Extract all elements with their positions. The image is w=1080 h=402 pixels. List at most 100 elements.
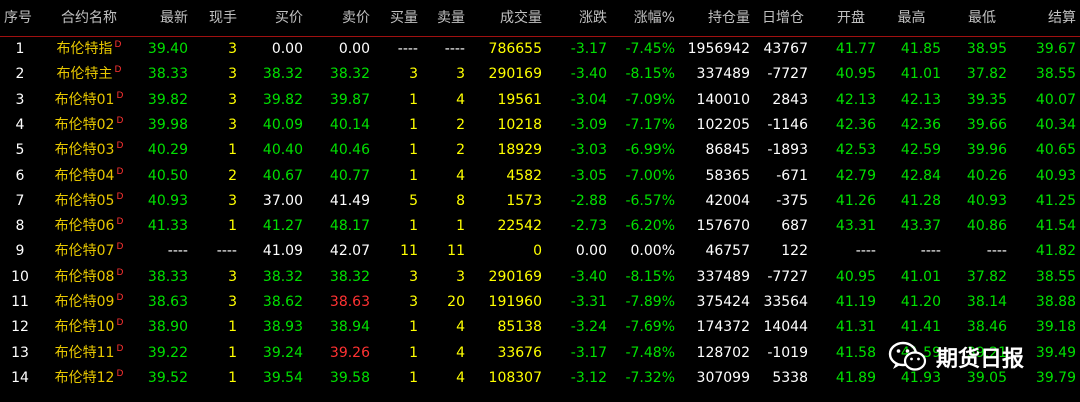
column-header-oi-change[interactable]: 日增仓 — [762, 0, 818, 36]
cell-seq: 8 — [0, 214, 40, 239]
column-header-change[interactable]: 涨跌 — [544, 0, 607, 36]
cell-value: ---- — [167, 243, 188, 260]
cell-oi-chg: -1146 — [752, 113, 808, 138]
cell-value: 3 — [228, 66, 237, 83]
cell-value: ---- — [397, 41, 418, 57]
cell-value: 3 — [228, 192, 237, 209]
table-row[interactable]: 2 布伦特主 D 38.33 3 38.32 38.32 3 3 290169 -3.40 -8.15… — [0, 62, 1080, 87]
table-row[interactable]: 3 布伦特01 D 39.82 3 39.82 39.87 1 4 19561 -3.04 -7.09… — [0, 88, 1080, 113]
daily-marker: D — [116, 115, 124, 126]
cell-value: 41.09 — [262, 243, 303, 260]
cell-value: 174372 — [696, 319, 750, 336]
cell-value: -7.48% — [625, 344, 675, 361]
cell-low: 38.14 — [943, 290, 1007, 315]
cell-high: 41.01 — [878, 265, 941, 290]
cell-seq: 12 — [0, 315, 40, 340]
column-header-ask[interactable]: 卖价 — [306, 0, 370, 36]
cell-chg: -3.12 — [544, 366, 607, 391]
daily-marker: D — [116, 141, 124, 152]
column-header-high[interactable]: 最高 — [880, 0, 943, 36]
cell-chg: -3.17 — [544, 341, 607, 366]
cell-value: 38.94 — [329, 319, 370, 336]
cell-volume: 18929 — [467, 138, 542, 163]
column-header-bid-qty[interactable]: 买量 — [372, 0, 418, 36]
contract-name: 布伦特09 — [54, 294, 115, 310]
contract-name: 布伦特01 — [54, 91, 115, 108]
cell-value: 1 — [409, 218, 418, 235]
cell-settle: 40.34 — [1009, 113, 1076, 138]
cell-value: 38.88 — [1035, 294, 1076, 310]
cell-value: 41.33 — [147, 218, 188, 235]
cell-bid-qty: ---- — [372, 37, 418, 62]
cell-name: 布伦特12 D — [44, 366, 134, 391]
cell-ask-qty: ---- — [420, 37, 465, 62]
table-row[interactable]: 9 布伦特07 D ---- ---- 41.09 42.07 11 11 0 0.00 0.00% 4… — [0, 239, 1080, 264]
table-row[interactable]: 4 布伦特02 D 39.98 3 40.09 40.14 1 2 10218 -3.09 -7.17… — [0, 113, 1080, 138]
table-row[interactable]: 8 布伦特06 D 41.33 1 41.27 48.17 1 1 22542 -2.73 -6.20… — [0, 214, 1080, 239]
column-header-vol-hand[interactable]: 现手 — [190, 0, 237, 36]
table-row[interactable]: 1 布伦特指 D 39.40 3 0.00 0.00 ---- ---- 786655 -3.17 -… — [0, 37, 1080, 62]
cell-value: 4 — [15, 116, 25, 133]
column-header-volume[interactable]: 成交量 — [467, 0, 542, 36]
daily-marker: D — [116, 242, 124, 253]
cell-ask: 40.14 — [306, 113, 370, 138]
cell-open: 41.26 — [810, 189, 876, 214]
cell-name: 布伦特05 D — [44, 189, 134, 214]
table-row[interactable]: 5 布伦特03 D 40.29 1 40.40 40.46 1 2 18929 -3.03 -6.99… — [0, 138, 1080, 163]
cell-settle: 38.55 — [1009, 62, 1076, 87]
cell-bid: 40.40 — [240, 138, 303, 163]
cell-value: 58365 — [705, 167, 750, 184]
cell-low: 38.95 — [943, 37, 1007, 62]
cell-value: 37.82 — [966, 66, 1007, 83]
cell-oi: 375424 — [677, 290, 750, 315]
cell-value: 3 — [228, 268, 237, 285]
cell-value: 38.63 — [329, 294, 370, 310]
cell-volume: 1573 — [467, 189, 542, 214]
contract-name: 布伦特10 — [54, 319, 115, 336]
cell-low: 37.82 — [943, 62, 1007, 87]
contract-name: 布伦特12 — [54, 369, 115, 386]
cell-pct: -7.17% — [609, 113, 675, 138]
table-row[interactable]: 10 布伦特08 D 38.33 3 38.32 38.32 3 3 290169 -3.40 -8.… — [0, 265, 1080, 290]
cell-pct: -7.32% — [609, 366, 675, 391]
cell-ask-qty: 1 — [420, 214, 465, 239]
cell-value: -3.12 — [570, 369, 607, 386]
column-header-oi[interactable]: 持仓量 — [677, 0, 750, 36]
cell-name: 布伦特03 D — [44, 138, 134, 163]
table-row[interactable]: 11 布伦特09 D 38.63 3 38.62 38.63 3 20 191960 -3.31 -7… — [0, 290, 1080, 315]
cell-value: 39.87 — [329, 91, 370, 108]
column-header-last[interactable]: 最新 — [134, 0, 188, 36]
column-header-name[interactable]: 合约名称 — [44, 0, 134, 36]
cell-value: 38.55 — [1035, 268, 1076, 285]
cell-volume: 85138 — [467, 315, 542, 340]
cell-value: 1956942 — [687, 41, 750, 57]
column-header-change-pct[interactable]: 涨幅% — [609, 0, 675, 36]
cell-value: -671 — [776, 167, 808, 184]
column-header-ask-qty[interactable]: 卖量 — [420, 0, 465, 36]
cell-value: 3 — [409, 268, 418, 285]
cell-seq: 4 — [0, 113, 40, 138]
cell-value: -3.24 — [570, 319, 607, 336]
column-header-settle[interactable]: 结算 — [1014, 0, 1076, 36]
cell-ask-qty: 4 — [420, 341, 465, 366]
cell-value: 3 — [228, 91, 237, 108]
cell-high: ---- — [878, 239, 941, 264]
column-header-low[interactable]: 最低 — [950, 0, 1014, 36]
cell-volume: 4582 — [467, 164, 542, 189]
column-header-seq[interactable]: 序号 — [4, 0, 44, 36]
cell-value: 4 — [456, 319, 465, 336]
cell-value: 38.46 — [966, 319, 1007, 336]
cell-bid: 41.27 — [240, 214, 303, 239]
column-header-bid[interactable]: 买价 — [240, 0, 303, 36]
cell-settle: 41.82 — [1009, 239, 1076, 264]
cell-bid: 38.32 — [240, 62, 303, 87]
cell-value: ---- — [855, 243, 876, 260]
cell-chg: -3.24 — [544, 315, 607, 340]
cell-value: -8.15% — [625, 268, 675, 285]
table-row[interactable]: 7 布伦特05 D 40.93 3 37.00 41.49 5 8 1573 -2.88 -6.57%… — [0, 189, 1080, 214]
table-row[interactable]: 6 布伦特04 D 40.50 2 40.67 40.77 1 4 4582 -3.05 -7.00%… — [0, 164, 1080, 189]
column-header-open[interactable]: 开盘 — [818, 0, 884, 36]
cell-last: 41.33 — [134, 214, 188, 239]
cell-value: 1 — [228, 142, 237, 159]
daily-marker: D — [116, 90, 124, 101]
